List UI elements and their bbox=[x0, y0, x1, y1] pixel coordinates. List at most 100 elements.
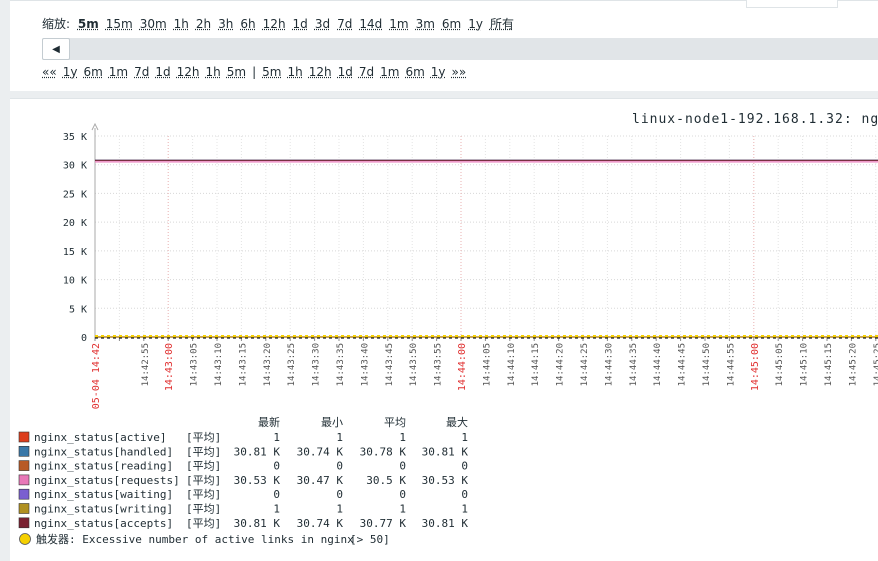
trigger-label: 触发器: Excessive number of active links in… bbox=[36, 532, 354, 546]
legend-swatch-2 bbox=[18, 460, 30, 471]
legend-value-1-0: 30.81 K bbox=[234, 445, 281, 458]
nav-back-1[interactable]: 6m bbox=[83, 65, 102, 79]
x-tick-label: 14:44:50 bbox=[702, 343, 712, 386]
legend-func-6: [平均] bbox=[186, 517, 221, 530]
legend-swatch-0 bbox=[18, 431, 30, 443]
legend-value-1-1: 30.74 K bbox=[297, 445, 344, 458]
nav-back-all[interactable]: «« bbox=[42, 65, 57, 79]
nav-back-5[interactable]: 12h bbox=[177, 65, 200, 79]
zoom-option-7[interactable]: 12h bbox=[263, 17, 286, 31]
trigger-circle-icon bbox=[19, 533, 31, 545]
nav-forward-6[interactable]: 6m bbox=[405, 65, 424, 79]
zoom-option-8[interactable]: 1d bbox=[293, 17, 308, 31]
zoom-option-2[interactable]: 30m bbox=[140, 17, 167, 31]
nav-separator: | bbox=[252, 65, 257, 79]
nav-back-4[interactable]: 1d bbox=[155, 65, 170, 79]
nav-back-3[interactable]: 7d bbox=[134, 65, 149, 79]
x-tick-label: 14:44:40 bbox=[653, 343, 663, 386]
x-tick-label: 14:42:55 bbox=[141, 343, 151, 386]
zoom-option-0[interactable]: 5m bbox=[78, 17, 99, 31]
nav-back-2[interactable]: 1m bbox=[109, 65, 128, 79]
legend-value-3-0: 30.53 K bbox=[234, 474, 281, 487]
legend-swatch-1 bbox=[18, 445, 30, 457]
legend-value-2-2: 0 bbox=[399, 460, 406, 473]
zoom-row: 缩放: 5m 15m 30m 1h 2h 3h 6h 12h 1d 3d 7d 14d 1m 3m 6m 1y… bbox=[42, 15, 521, 32]
nav-forward-3[interactable]: 1d bbox=[338, 65, 353, 79]
left-arrow-icon: ◀ bbox=[52, 43, 60, 55]
nav-forward-1[interactable]: 1h bbox=[287, 65, 302, 79]
x-tick-label: 14:43:15 bbox=[238, 343, 248, 386]
legend-name-6: nginx_status[accepts] bbox=[34, 517, 173, 530]
timeline-scrollbar[interactable]: ◀ bbox=[42, 38, 878, 60]
legend-value-4-2: 0 bbox=[399, 488, 406, 501]
legend-func-2: [平均] bbox=[186, 460, 221, 473]
nav-back-7[interactable]: 5m bbox=[227, 65, 246, 79]
x-tick-label: 14:44:00 bbox=[457, 343, 468, 391]
x-tick-label: 14:43:35 bbox=[336, 343, 346, 386]
nav-forward-all[interactable]: »» bbox=[452, 65, 467, 79]
legend-value-0-1: 1 bbox=[336, 431, 343, 444]
legend-value-5-2: 1 bbox=[399, 503, 406, 516]
zoom-option-6[interactable]: 6h bbox=[240, 17, 255, 31]
legend-value-2-1: 0 bbox=[336, 460, 343, 473]
zoom-option-11[interactable]: 14d bbox=[359, 17, 382, 31]
x-tick-label: 14:43:45 bbox=[385, 343, 395, 386]
legend-swatch-6 bbox=[18, 517, 30, 529]
nav-forward-2[interactable]: 12h bbox=[309, 65, 332, 79]
nav-forward-4[interactable]: 7d bbox=[359, 65, 374, 79]
legend-func-0: [平均] bbox=[186, 431, 221, 444]
zoom-option-16[interactable]: 所有 bbox=[490, 17, 514, 31]
legend-header-2: 平均 bbox=[384, 416, 406, 429]
x-tick-label: 14:44:45 bbox=[678, 343, 688, 386]
zoom-option-1[interactable]: 15m bbox=[106, 17, 133, 31]
legend-value-6-0: 30.81 K bbox=[234, 517, 281, 530]
x-tick-label: 14:45:20 bbox=[848, 343, 858, 386]
zoom-option-12[interactable]: 1m bbox=[389, 17, 408, 31]
nav-forward-5[interactable]: 1m bbox=[380, 65, 399, 79]
zoom-option-5[interactable]: 3h bbox=[218, 17, 233, 31]
x-tick-label: 14:44:25 bbox=[580, 343, 590, 386]
legend-func-3: [平均] bbox=[186, 474, 221, 487]
y-tick-label: 35 K bbox=[63, 132, 87, 143]
nav-back-6[interactable]: 1h bbox=[206, 65, 221, 79]
zoom-option-13[interactable]: 3m bbox=[416, 17, 435, 31]
x-tick-label: 14:43:10 bbox=[214, 343, 224, 386]
legend-value-6-3: 30.81 K bbox=[422, 517, 469, 530]
legend-value-3-2: 30.5 K bbox=[366, 474, 406, 487]
x-tick-label: 14:44:55 bbox=[726, 343, 736, 386]
nav-back-0[interactable]: 1y bbox=[63, 65, 78, 79]
tab-stub bbox=[746, 0, 838, 8]
x-tick-label: 14:43:00 bbox=[164, 343, 175, 391]
legend-value-0-3: 1 bbox=[461, 431, 468, 444]
legend-header-1: 最小 bbox=[321, 416, 343, 429]
zoom-option-4[interactable]: 2h bbox=[196, 17, 211, 31]
nav-forward-7[interactable]: 1y bbox=[431, 65, 446, 79]
x-tick-label: 14:45:25 bbox=[873, 343, 878, 386]
legend-func-4: [平均] bbox=[186, 488, 221, 501]
zoom-label: 缩放: bbox=[42, 17, 71, 31]
x-tick-label: 14:44:35 bbox=[629, 343, 639, 386]
y-tick-label: 30 K bbox=[63, 161, 87, 172]
x-tick-label: 14:43:40 bbox=[360, 343, 370, 386]
zoom-option-14[interactable]: 6m bbox=[442, 17, 461, 31]
legend-value-6-2: 30.77 K bbox=[360, 517, 407, 530]
scroll-left-button[interactable]: ◀ bbox=[42, 38, 70, 60]
zoom-option-3[interactable]: 1h bbox=[174, 17, 189, 31]
y-tick-label: 25 K bbox=[63, 189, 87, 200]
legend-value-3-3: 30.53 K bbox=[422, 474, 469, 487]
nav-forward-0[interactable]: 5m bbox=[262, 65, 281, 79]
zoom-option-15[interactable]: 1y bbox=[468, 17, 483, 31]
x-tick-label: 05-04 14:42 bbox=[91, 343, 102, 409]
legend-value-2-0: 0 bbox=[273, 460, 280, 473]
legend-name-2: nginx_status[reading] bbox=[34, 460, 173, 473]
y-tick-label: 10 K bbox=[63, 276, 87, 287]
time-controls-panel: 缩放: 5m 15m 30m 1h 2h 3h 6h 12h 1d 3d 7d 14d 1m 3m 6m 1y… bbox=[10, 0, 878, 91]
legend-value-4-3: 0 bbox=[461, 488, 468, 501]
zoom-option-9[interactable]: 3d bbox=[315, 17, 330, 31]
legend-header-3: 最大 bbox=[446, 415, 468, 429]
legend-name-5: nginx_status[writing] bbox=[34, 503, 173, 516]
legend-swatch-4 bbox=[18, 488, 30, 500]
x-tick-label: 14:44:05 bbox=[482, 343, 492, 386]
zoom-option-10[interactable]: 7d bbox=[337, 17, 352, 31]
x-tick-label: 14:44:20 bbox=[556, 343, 566, 386]
